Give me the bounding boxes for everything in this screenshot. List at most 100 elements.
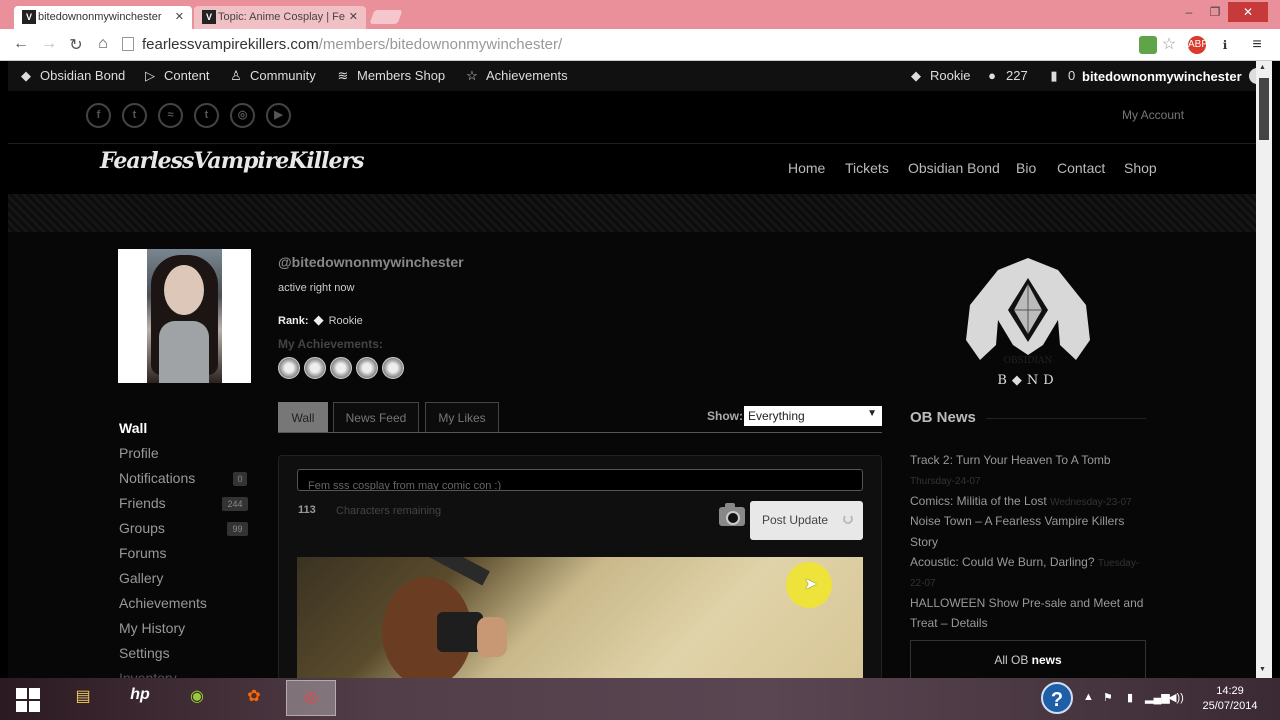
- scroll-up-icon[interactable]: ▲: [1259, 64, 1266, 71]
- achievement-badge-icon[interactable]: [356, 357, 378, 379]
- nav-bio[interactable]: Bio: [1016, 160, 1036, 176]
- sidebar-item-wall[interactable]: Wall: [119, 420, 147, 436]
- sidebar-item-profile[interactable]: Profile: [119, 445, 159, 461]
- ob-news-item[interactable]: Comics: Militia of the Lost Wednesday-23…: [910, 494, 1132, 508]
- extension-icon[interactable]: [1139, 36, 1157, 54]
- rank-label: Rank:: [278, 315, 309, 327]
- profile-avatar[interactable]: [118, 249, 251, 383]
- back-icon[interactable]: ←: [12, 35, 30, 53]
- tab-news-feed[interactable]: News Feed: [333, 402, 419, 433]
- diamond-icon: ◆: [21, 68, 31, 83]
- ob-news-item[interactable]: Acoustic: Could We Burn, Darling? Tuesda…: [910, 555, 1139, 569]
- logo-top-text: OBSIDIAN: [1004, 356, 1053, 366]
- adminbar-members-shop[interactable]: ≋ Members Shop: [335, 68, 446, 84]
- screen: V bitedownonmywinchester ✕ V Topic: Anim…: [0, 0, 1280, 720]
- sidebar-item-friends[interactable]: Friends: [119, 495, 166, 511]
- post-textarea[interactable]: Fem sss cosplay from may comic con :): [297, 469, 863, 491]
- nav-contact[interactable]: Contact: [1057, 160, 1105, 176]
- achievement-badge-icon[interactable]: [330, 357, 352, 379]
- adminbar-achievements[interactable]: ☆ Achievements: [464, 68, 567, 84]
- chars-remaining-count: 113: [298, 504, 316, 516]
- restore-icon[interactable]: ❐: [1202, 5, 1228, 19]
- ob-news-item[interactable]: Track 2: Turn Your Heaven To A Tomb: [910, 453, 1111, 467]
- adminbar-username[interactable]: bitedownonmywinchester: [1082, 68, 1266, 84]
- page-scrollbar[interactable]: [1256, 61, 1272, 678]
- tray-expand-icon[interactable]: ▲: [1083, 691, 1094, 703]
- paint-icon[interactable]: ✿: [229, 680, 279, 716]
- new-tab-button[interactable]: [369, 10, 403, 24]
- home-icon[interactable]: ⌂: [94, 35, 112, 53]
- camera-icon[interactable]: [719, 503, 745, 526]
- volume-icon[interactable]: ◀)): [1168, 691, 1184, 704]
- sidebar-item-gallery[interactable]: Gallery: [119, 570, 163, 586]
- adminbar-label: Community: [250, 68, 316, 83]
- play-icon: ▷: [145, 68, 155, 83]
- sidebar-item-settings[interactable]: Settings: [119, 645, 170, 661]
- battery-icon[interactable]: ▮: [1127, 691, 1133, 704]
- site-logo[interactable]: FearlessVampireKillers: [100, 148, 364, 188]
- nav-obsidian-bond[interactable]: Obsidian Bond: [908, 160, 1000, 176]
- adblock-icon[interactable]: ABP: [1188, 36, 1208, 54]
- instagram-icon[interactable]: ◎: [230, 103, 255, 128]
- extension-icon[interactable]: ℹ: [1216, 36, 1234, 54]
- adminbar-community[interactable]: ♙ Community: [228, 68, 316, 84]
- system-clock[interactable]: 14:29 25/07/2014: [1198, 684, 1262, 714]
- sidebar-item-notifications[interactable]: Notifications: [119, 470, 195, 486]
- sidebar-item-my-history[interactable]: My History: [119, 620, 185, 636]
- scroll-down-icon[interactable]: ▼: [1259, 666, 1266, 673]
- reload-icon[interactable]: ↻: [67, 35, 85, 55]
- nav-shop[interactable]: Shop: [1124, 160, 1157, 176]
- spotify-icon[interactable]: ≈: [158, 103, 183, 128]
- diamond-icon: ◆: [911, 68, 921, 83]
- nav-tickets[interactable]: Tickets: [845, 160, 889, 176]
- points-icon: ●: [988, 68, 996, 83]
- tab-close-icon[interactable]: ✕: [349, 10, 358, 23]
- achievement-badge-icon[interactable]: [304, 357, 326, 379]
- chrome-icon[interactable]: ◎: [286, 680, 336, 716]
- adminbar-content[interactable]: ▷ Content: [142, 68, 210, 84]
- forward-icon[interactable]: →: [40, 35, 58, 53]
- action-center-icon[interactable]: ⚑: [1103, 691, 1113, 704]
- all-ob-news-button[interactable]: All OB news: [910, 640, 1146, 678]
- adminbar-obsidian-bond[interactable]: ◆ Obsidian Bond: [18, 68, 125, 84]
- adminbar-notifications[interactable]: ▮ 0: [1046, 68, 1075, 84]
- my-account-link[interactable]: My Account: [1122, 108, 1184, 122]
- tumblr-icon[interactable]: t: [194, 103, 219, 128]
- tab-close-icon[interactable]: ✕: [175, 10, 184, 23]
- browser-tab[interactable]: V Topic: Anime Cosplay | Fe ✕: [194, 6, 366, 29]
- minimize-icon[interactable]: –: [1176, 5, 1202, 19]
- ob-news-date: Thursday-24-07: [910, 476, 981, 487]
- ob-news-item[interactable]: HALLOWEEN Show Pre-sale and Meet and: [910, 596, 1143, 610]
- post-update-button[interactable]: Post Update: [750, 501, 863, 540]
- sidebar-item-achievements[interactable]: Achievements: [119, 595, 207, 611]
- adminbar-points[interactable]: ● 227: [984, 68, 1028, 83]
- hp-icon[interactable]: hp: [115, 680, 165, 716]
- browser-tab-active[interactable]: V bitedownonmywinchester ✕: [14, 6, 192, 29]
- sidebar-item-forums[interactable]: Forums: [119, 545, 166, 561]
- adminbar-rank[interactable]: ◆ Rookie: [908, 68, 970, 84]
- help-icon[interactable]: ?: [1041, 682, 1073, 714]
- achievement-badge-icon[interactable]: [382, 357, 404, 379]
- ob-news-item[interactable]: Story: [910, 535, 938, 549]
- ob-news-item[interactable]: Noise Town – A Fearless Vampire Killers: [910, 514, 1124, 528]
- show-filter-select[interactable]: Everything ▼: [744, 406, 882, 426]
- ob-news-item[interactable]: Treat – Details: [910, 616, 988, 630]
- address-bar[interactable]: fearlessvampirekillers.com/members/bited…: [122, 33, 1132, 57]
- youtube-icon[interactable]: ▶: [266, 103, 291, 128]
- chrome-menu-icon[interactable]: ≡: [1248, 36, 1266, 54]
- windows-start-icon[interactable]: [16, 688, 42, 712]
- window-close-button[interactable]: ✕: [1228, 2, 1268, 22]
- network-icon[interactable]: ▂▄▆: [1145, 691, 1170, 704]
- sidebar-item-groups[interactable]: Groups: [119, 520, 165, 536]
- tab-wall[interactable]: Wall: [278, 402, 328, 433]
- bookmark-star-icon[interactable]: ☆: [1160, 36, 1178, 54]
- achievement-badge-icon[interactable]: [278, 357, 300, 379]
- scrollbar-thumb[interactable]: [1259, 78, 1269, 140]
- nav-home[interactable]: Home: [788, 160, 825, 176]
- tab-my-likes[interactable]: My Likes: [425, 402, 499, 433]
- file-explorer-icon[interactable]: ▤: [58, 680, 108, 716]
- post-image-preview[interactable]: [297, 557, 863, 678]
- facebook-icon[interactable]: f: [86, 103, 111, 128]
- webcam-icon[interactable]: ◉: [172, 680, 222, 716]
- twitter-icon[interactable]: t: [122, 103, 147, 128]
